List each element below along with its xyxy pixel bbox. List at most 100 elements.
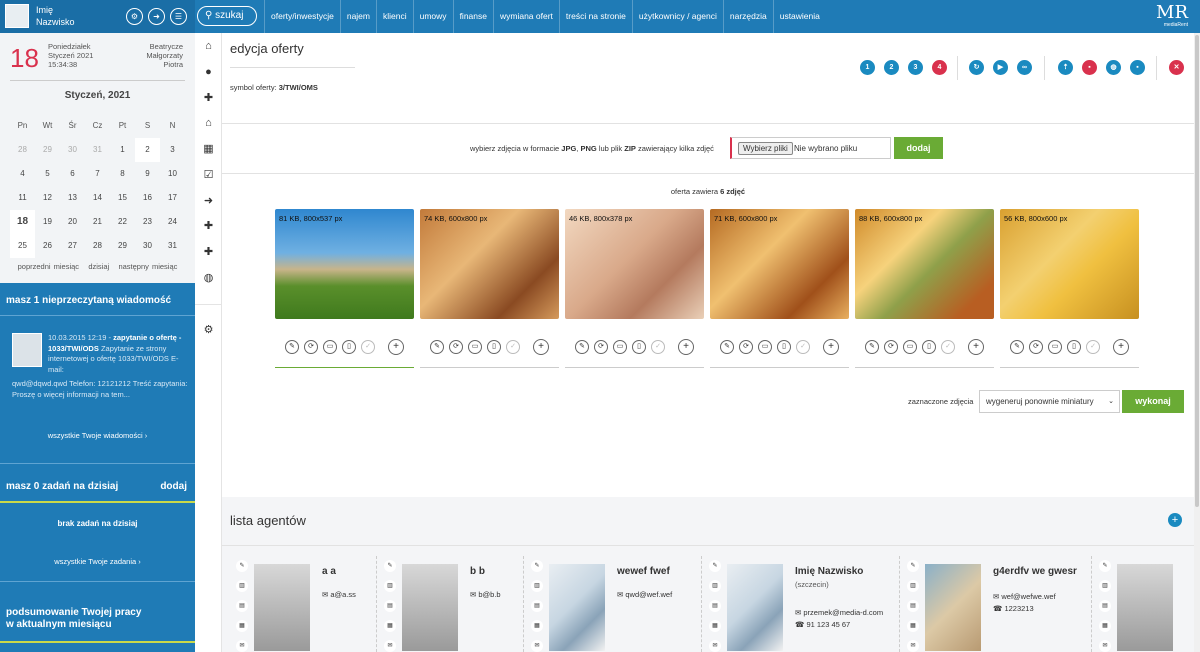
- edit-icon[interactable]: ✎: [430, 340, 444, 354]
- photo-action-select[interactable]: wygeneruj ponownie miniatury ⌄: [979, 390, 1120, 413]
- plus-icon[interactable]: +: [823, 339, 839, 355]
- calendar-day[interactable]: 29: [35, 138, 60, 162]
- agent-card[interactable]: ✎ ▥ ▤ ▦ ✉ b b ✉ b@b.b: [384, 554, 554, 652]
- user-name[interactable]: Imię Nazwisko: [36, 4, 75, 28]
- photo-thumbnail[interactable]: 46 KB, 800x378 px: [565, 209, 704, 319]
- plus-icon[interactable]: ✚: [195, 245, 222, 258]
- logo[interactable]: MR: [1156, 4, 1188, 22]
- delete-icon[interactable]: ▯: [632, 340, 646, 354]
- calendar-day[interactable]: 9: [135, 162, 160, 186]
- message-item[interactable]: 10.03.2015 12:19 - zapytanie o ofertę - …: [48, 333, 186, 375]
- calendar-icon[interactable]: ▦: [1099, 620, 1111, 632]
- search-button[interactable]: ⚲ szukaj: [197, 6, 257, 26]
- delete-icon[interactable]: ▯: [487, 340, 501, 354]
- step-1-button[interactable]: 1: [860, 60, 875, 75]
- settings-icon[interactable]: ⚙: [195, 323, 222, 336]
- delete-icon[interactable]: ▯: [922, 340, 936, 354]
- edit-icon[interactable]: ✎: [720, 340, 734, 354]
- edit-icon[interactable]: ✎: [709, 560, 721, 572]
- photo-thumbnail[interactable]: 56 KB, 800x600 px: [1000, 209, 1139, 319]
- rotate-icon[interactable]: ⟳: [884, 340, 898, 354]
- agent-photo[interactable]: [925, 564, 981, 651]
- calendar-day[interactable]: 15: [110, 186, 135, 210]
- crop-icon[interactable]: ▭: [903, 340, 917, 354]
- menu-klienci[interactable]: klienci: [376, 0, 413, 33]
- plus-icon[interactable]: +: [968, 339, 984, 355]
- checklist-icon[interactable]: ☑: [195, 168, 222, 181]
- calendar-day[interactable]: 27: [60, 234, 85, 258]
- agent-email[interactable]: ✉ wef@wefwe.wef: [993, 592, 1056, 601]
- add-user-icon[interactable]: ✚: [195, 91, 222, 104]
- delete-icon[interactable]: ▯: [342, 340, 356, 354]
- all-tasks-link[interactable]: wszystkie Twoje zadania ›: [0, 557, 195, 566]
- menu-umowy[interactable]: umowy: [412, 0, 453, 33]
- calendar-day[interactable]: 26: [35, 234, 60, 258]
- agent-name[interactable]: a a: [322, 566, 336, 577]
- calendar-day[interactable]: 5: [35, 162, 60, 186]
- edit-icon[interactable]: ✎: [575, 340, 589, 354]
- step-2-button[interactable]: 2: [884, 60, 899, 75]
- menu-tresci[interactable]: treści na stronie: [558, 0, 632, 33]
- calendar-day[interactable]: 28: [85, 234, 110, 258]
- edit-icon[interactable]: ✎: [285, 340, 299, 354]
- check-icon[interactable]: ✓: [506, 340, 520, 354]
- plus-icon[interactable]: +: [533, 339, 549, 355]
- agent-email[interactable]: ✉ qwd@wef.wef: [617, 590, 672, 599]
- calendar-icon[interactable]: ▦: [195, 142, 222, 155]
- rotate-icon[interactable]: ⟳: [1029, 340, 1043, 354]
- calendar-icon[interactable]: ▦: [709, 620, 721, 632]
- rotate-icon[interactable]: ⟳: [594, 340, 608, 354]
- calendar-day[interactable]: 30: [60, 138, 85, 162]
- archive-icon[interactable]: ▪: [1130, 60, 1145, 75]
- all-messages-link[interactable]: wszystkie Twoje wiadomości ›: [0, 431, 195, 440]
- agent-email[interactable]: ✉ a@a.ss: [322, 590, 356, 599]
- photo-thumbnail[interactable]: 71 KB, 600x800 px: [710, 209, 849, 319]
- calendar-day[interactable]: 6: [60, 162, 85, 186]
- agent-photo[interactable]: [727, 564, 783, 651]
- globe-icon[interactable]: ◍: [1106, 60, 1121, 75]
- settings-icon[interactable]: ⚙: [126, 8, 143, 25]
- menu-uzytkownicy[interactable]: użytkownicy / agenci: [631, 0, 723, 33]
- agent-card[interactable]: ✎ ▥ ▤ ▦ ✉ wewef fwef ✉ qwd@wef.wef: [531, 554, 701, 652]
- calendar-day[interactable]: 20: [60, 210, 85, 234]
- menu-najem[interactable]: najem: [339, 0, 376, 33]
- calendar-day[interactable]: 31: [85, 138, 110, 162]
- crop-icon[interactable]: ▭: [758, 340, 772, 354]
- home-icon[interactable]: ⌂: [195, 117, 222, 129]
- agent-name[interactable]: Imię Nazwisko: [795, 566, 863, 577]
- stats-icon[interactable]: ▥: [531, 580, 543, 592]
- menu-toggle-icon[interactable]: ☰: [170, 8, 187, 25]
- step-3-button[interactable]: 3: [908, 60, 923, 75]
- mail-icon[interactable]: ✉: [1099, 640, 1111, 652]
- menu-narzedzia[interactable]: narzędzia: [722, 0, 773, 33]
- photo-thumbnail[interactable]: 81 KB, 800x537 px: [275, 209, 414, 319]
- menu-finanse[interactable]: finanse: [452, 0, 493, 33]
- home-icon[interactable]: ⌂: [195, 40, 222, 52]
- agent-name[interactable]: g4erdfv we gwesr: [993, 566, 1077, 577]
- calendar-day[interactable]: 16: [135, 186, 160, 210]
- mail-icon[interactable]: ✉: [531, 640, 543, 652]
- calendar-day[interactable]: 18: [10, 210, 35, 234]
- stats-icon[interactable]: ▥: [384, 580, 396, 592]
- document-icon[interactable]: ▤: [907, 600, 919, 612]
- check-icon[interactable]: ✓: [651, 340, 665, 354]
- close-icon[interactable]: ✕: [1169, 60, 1184, 75]
- mail-icon[interactable]: ✉: [907, 640, 919, 652]
- calendar-day[interactable]: 7: [85, 162, 110, 186]
- document-icon[interactable]: ▤: [709, 600, 721, 612]
- scrollbar-thumb[interactable]: [1195, 35, 1199, 507]
- calendar-day[interactable]: 28: [10, 138, 35, 162]
- agent-name[interactable]: b b: [470, 566, 485, 577]
- menu-ustawienia[interactable]: ustawienia: [772, 0, 826, 33]
- delete-icon[interactable]: ▯: [1067, 340, 1081, 354]
- add-agent-button[interactable]: +: [1168, 513, 1182, 527]
- document-icon[interactable]: ▤: [531, 600, 543, 612]
- agent-card[interactable]: ✎ ▥ ▤ ▦ ✉: [1099, 554, 1179, 652]
- calendar-day[interactable]: 11: [10, 186, 35, 210]
- calendar-day[interactable]: 4: [10, 162, 35, 186]
- calendar-day[interactable]: 21: [85, 210, 110, 234]
- calendar-day[interactable]: 19: [35, 210, 60, 234]
- calendar-day[interactable]: 23: [135, 210, 160, 234]
- calendar-day[interactable]: 2: [135, 138, 160, 162]
- calendar-day[interactable]: 31: [160, 234, 185, 258]
